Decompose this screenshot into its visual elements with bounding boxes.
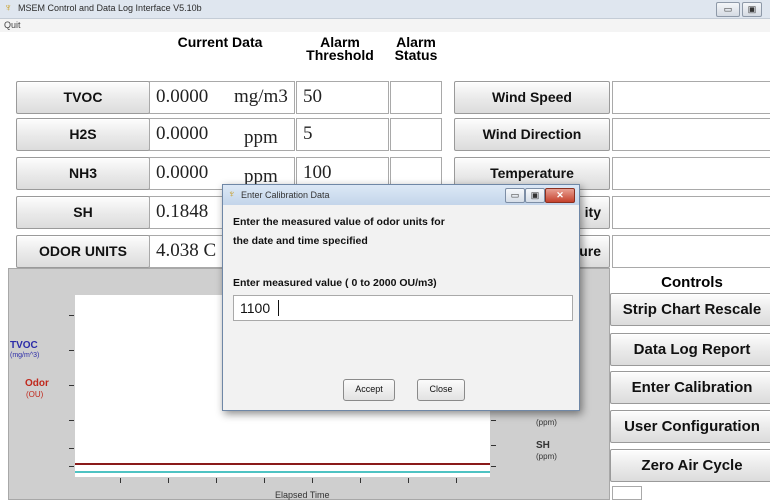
nh3-threshold: 100 (303, 162, 332, 183)
odor-series-line (75, 463, 490, 465)
dialog-title: Enter Calibration Data (241, 190, 330, 200)
pressure-field (612, 235, 770, 268)
controls-title: Controls (661, 274, 723, 291)
dialog-message-line2: the date and time specified (233, 235, 368, 247)
text-caret (278, 300, 279, 316)
calibration-dialog: ♆ Enter Calibration Data ▭ ▣ ✕ Enter the… (222, 184, 580, 411)
right-axis-unit-1: (ppm) (536, 418, 557, 427)
tvoc-series-line (75, 471, 490, 473)
humidity-label: ity (584, 204, 601, 220)
dialog-titlebar: ♆ Enter Calibration Data ▭ ▣ ✕ (223, 185, 579, 205)
x-axis-label: Elapsed Time (275, 490, 330, 500)
tvoc-alarm-status (390, 81, 442, 114)
header-current-data: Current Data (177, 34, 263, 50)
x-tick (264, 478, 265, 483)
tvoc-value-field: 0.0000 mg/m3 (149, 81, 295, 114)
wind-direction-button[interactable]: Wind Direction (454, 118, 610, 151)
menu-bar: Quit (0, 19, 770, 32)
dialog-message-line1: Enter the measured value of odor units f… (233, 216, 445, 228)
dialog-close-icon[interactable]: ✕ (545, 188, 575, 203)
temperature-field (612, 157, 770, 190)
wind-direction-field (612, 118, 770, 151)
window-titlebar: ♆ MSEM Control and Data Log Interface V5… (0, 0, 770, 19)
enter-calibration-button[interactable]: Enter Calibration (610, 371, 770, 404)
x-tick (168, 478, 169, 483)
h2s-value: 0.0000 (156, 123, 209, 144)
y-tick (69, 385, 74, 386)
tvoc-unit: mg/m3 (234, 86, 288, 107)
tvoc-axis-label: TVOC (10, 340, 38, 351)
x-tick (120, 478, 121, 483)
tvoc-threshold-field[interactable]: 50 (296, 81, 389, 114)
h2s-value-field: 0.0000 ppm (149, 118, 295, 151)
sh-value: 0.1848 (156, 201, 209, 222)
dialog-prompt: Enter measured value ( 0 to 2000 OU/m3) (233, 277, 437, 289)
wind-speed-button[interactable]: Wind Speed (454, 81, 610, 114)
window-title: MSEM Control and Data Log Interface V5.1… (18, 3, 202, 13)
h2s-threshold: 5 (303, 123, 313, 144)
sh-button[interactable]: SH (16, 196, 150, 229)
h2s-alarm-status (390, 118, 442, 151)
x-tick (216, 478, 217, 483)
wind-speed-field (612, 81, 770, 114)
odor-axis-label: Odor (25, 378, 49, 389)
y-tick-right (491, 445, 496, 446)
sh-axis-unit: (ppm) (536, 452, 557, 461)
zero-air-cycle-button[interactable]: Zero Air Cycle (610, 449, 770, 482)
minimize-button[interactable]: ▭ (716, 2, 740, 17)
y-tick (69, 315, 74, 316)
user-configuration-button[interactable]: User Configuration (610, 410, 770, 443)
h2s-unit: ppm (244, 127, 278, 148)
maximize-button[interactable]: ▣ (742, 2, 762, 17)
sh-axis-label: SH (536, 440, 550, 451)
menu-quit[interactable]: Quit (4, 20, 21, 30)
close-button[interactable]: Close (417, 379, 465, 401)
accept-button[interactable]: Accept (343, 379, 395, 401)
tvoc-axis-unit: (mg/m^3) (10, 352, 40, 359)
odor-axis-unit: (OU) (26, 390, 44, 399)
tvoc-threshold: 50 (303, 86, 322, 107)
nh3-button[interactable]: NH3 (16, 157, 150, 190)
h2s-button[interactable]: H2S (16, 118, 150, 151)
y-tick (69, 350, 74, 351)
humidity-field (612, 196, 770, 229)
header-alarm-threshold: Alarm Threshold (306, 34, 374, 63)
x-tick (312, 478, 313, 483)
y-tick (69, 420, 74, 421)
measured-value-input[interactable]: 1100 (233, 295, 573, 321)
y-tick-right (491, 420, 496, 421)
dialog-app-icon: ♆ (228, 189, 236, 200)
y-tick-right (491, 466, 496, 467)
odor-units-value: 4.038 C (156, 240, 217, 261)
strip-chart-rescale-button[interactable]: Strip Chart Rescale (610, 293, 770, 326)
h2s-threshold-field[interactable]: 5 (296, 118, 389, 151)
measured-value-text: 1100 (240, 300, 271, 316)
dialog-maximize-button[interactable]: ▣ (525, 188, 545, 203)
app-icon: ♆ (4, 2, 13, 14)
y-tick (69, 466, 74, 467)
x-tick (360, 478, 361, 483)
header-alarm-status: Alarm Status (394, 34, 438, 63)
dialog-minimize-button[interactable]: ▭ (505, 188, 525, 203)
y-tick (69, 448, 74, 449)
x-tick (456, 478, 457, 483)
data-log-report-button[interactable]: Data Log Report (610, 333, 770, 366)
odor-units-button[interactable]: ODOR UNITS (16, 235, 150, 268)
nh3-value: 0.0000 (156, 162, 209, 183)
x-tick (408, 478, 409, 483)
tvoc-button[interactable]: TVOC (16, 81, 150, 114)
tvoc-value: 0.0000 (156, 86, 209, 107)
